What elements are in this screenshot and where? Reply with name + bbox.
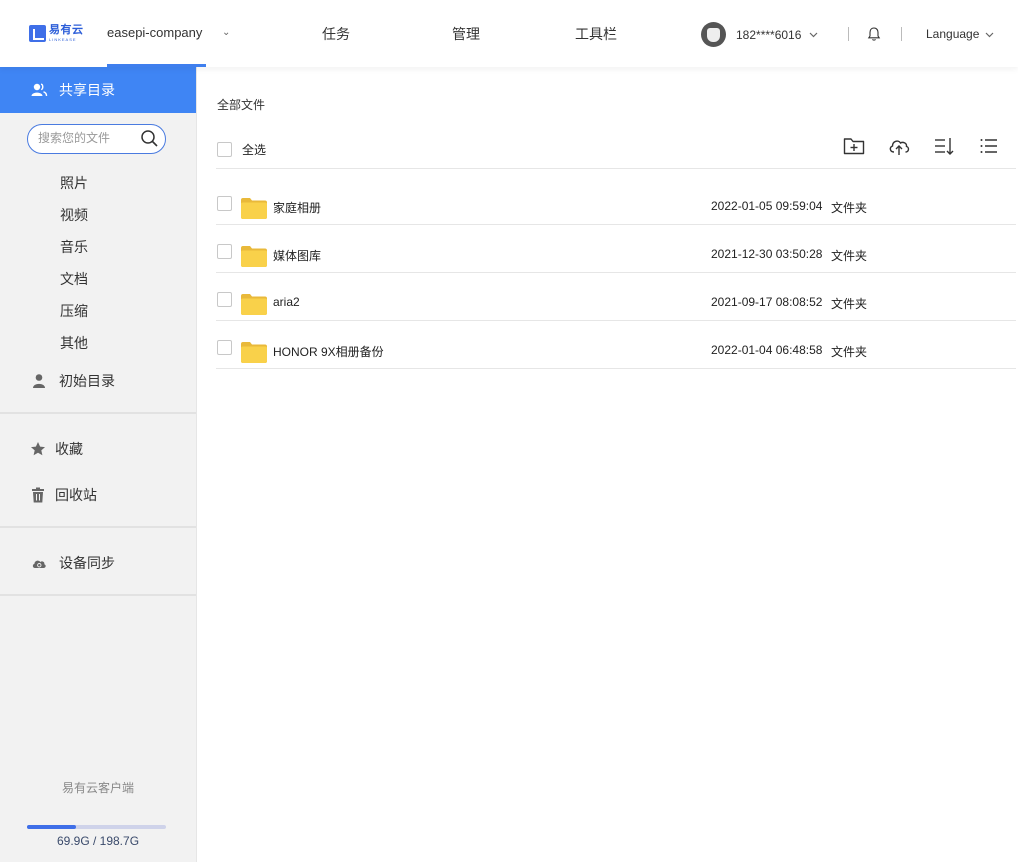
- search-input[interactable]: [38, 131, 138, 145]
- company-name: easepi-company: [107, 24, 203, 40]
- category-others[interactable]: 其他: [60, 333, 88, 353]
- sidebar-item-label: 初始目录: [59, 373, 115, 389]
- trash-icon: [32, 487, 44, 503]
- divider: [848, 27, 849, 41]
- chevron-down-icon: [985, 32, 994, 38]
- chevron-down-icon: [809, 32, 818, 37]
- file-browser: 全部文件 全选 家庭相册 2022-01-05 09:59:04 文件夹 媒体图…: [197, 67, 1018, 862]
- file-date: 2022-01-05 09:59:04: [711, 199, 823, 213]
- category-music[interactable]: 音乐: [60, 237, 88, 257]
- logo-text: 易有云: [49, 24, 84, 36]
- nav-tasks[interactable]: 任务: [322, 0, 350, 67]
- sidebar-item-trash[interactable]: 回收站: [0, 480, 196, 510]
- sidebar-item-initial[interactable]: 初始目录: [0, 366, 196, 396]
- logo-icon: [29, 25, 46, 42]
- sidebar-item-label: 共享目录: [59, 82, 115, 98]
- storage-quota-fill: [27, 825, 76, 829]
- folder-icon: [241, 342, 267, 363]
- sidebar-item-shared[interactable]: 共享目录: [0, 67, 196, 113]
- bell-icon[interactable]: [866, 26, 882, 42]
- divider: [0, 412, 196, 414]
- sidebar-item-label: 设备同步: [59, 555, 115, 571]
- divider: [216, 168, 1016, 169]
- select-all-label: 全选: [242, 143, 267, 157]
- category-archives[interactable]: 压缩: [60, 301, 88, 321]
- language-label: Language: [926, 27, 980, 41]
- sidebar: 共享目录 照片 视频 音乐 文档 压缩 其他 初始目录 收藏: [0, 67, 197, 862]
- divider: [0, 526, 196, 528]
- chevron-down-icon: ⌄: [222, 27, 231, 38]
- company-selector[interactable]: easepi-company ⌄: [107, 0, 230, 67]
- search-box: [27, 124, 166, 154]
- list-view-icon[interactable]: [977, 134, 1001, 158]
- file-name[interactable]: HONOR 9X相册备份: [273, 343, 384, 360]
- user-menu[interactable]: 182****6016: [701, 22, 818, 47]
- file-row[interactable]: aria2 2021-09-17 08:08:52 文件夹: [216, 273, 1016, 321]
- select-all-checkbox[interactable]: [217, 142, 232, 157]
- upload-cloud-icon[interactable]: [887, 134, 911, 158]
- client-download-link[interactable]: 易有云客户端: [0, 779, 196, 796]
- file-type: 文件夹: [831, 249, 868, 263]
- sidebar-item-label: 回收站: [55, 487, 97, 503]
- storage-quota-bar: [27, 825, 166, 829]
- row-checkbox[interactable]: [217, 340, 232, 355]
- file-row[interactable]: 媒体图库 2021-12-30 03:50:28 文件夹: [216, 225, 1016, 273]
- sort-icon[interactable]: [932, 134, 956, 158]
- divider: [901, 27, 902, 41]
- row-checkbox[interactable]: [217, 244, 232, 259]
- folder-icon: [241, 294, 267, 315]
- top-header: 易有云 LINKEASE easepi-company ⌄ 任务 管理 工具栏 …: [0, 0, 1018, 67]
- star-icon: [31, 442, 45, 456]
- user-phone: 182****6016: [736, 27, 802, 42]
- file-date: 2021-09-17 08:08:52: [711, 295, 823, 309]
- nav-toolbar[interactable]: 工具栏: [575, 0, 617, 67]
- breadcrumb[interactable]: 全部文件: [217, 96, 265, 113]
- sidebar-item-favorites[interactable]: 收藏: [0, 434, 196, 464]
- file-name[interactable]: 家庭相册: [273, 199, 321, 216]
- nav-manage[interactable]: 管理: [452, 0, 480, 67]
- new-folder-icon[interactable]: [842, 134, 866, 158]
- file-row[interactable]: 家庭相册 2022-01-05 09:59:04 文件夹: [216, 177, 1016, 225]
- avatar: [701, 22, 726, 47]
- language-selector[interactable]: Language: [926, 27, 994, 41]
- file-type: 文件夹: [831, 345, 868, 359]
- file-date: 2022-01-04 06:48:58: [711, 343, 823, 357]
- category-photos[interactable]: 照片: [60, 173, 88, 193]
- select-all[interactable]: 全选: [217, 141, 266, 158]
- search-icon[interactable]: [140, 129, 159, 148]
- file-name[interactable]: 媒体图库: [273, 247, 321, 264]
- folder-icon: [241, 246, 267, 267]
- category-documents[interactable]: 文档: [60, 269, 88, 289]
- sidebar-item-label: 收藏: [55, 441, 83, 457]
- logo-subtext: LINKEASE: [49, 37, 77, 42]
- file-date: 2021-12-30 03:50:28: [711, 247, 823, 261]
- category-videos[interactable]: 视频: [60, 205, 88, 225]
- storage-quota-text: 69.9G / 198.7G: [56, 834, 140, 848]
- user-icon: [33, 374, 45, 388]
- file-name[interactable]: aria2: [273, 295, 300, 309]
- folder-icon: [241, 198, 267, 219]
- row-checkbox[interactable]: [217, 196, 232, 211]
- users-icon: [31, 83, 48, 97]
- sidebar-item-device-sync[interactable]: 设备同步: [0, 548, 196, 578]
- file-row[interactable]: HONOR 9X相册备份 2022-01-04 06:48:58 文件夹: [216, 321, 1016, 369]
- file-type: 文件夹: [831, 201, 868, 215]
- divider: [216, 368, 1016, 369]
- row-checkbox[interactable]: [217, 292, 232, 307]
- app-logo[interactable]: 易有云 LINKEASE: [29, 25, 84, 42]
- file-type: 文件夹: [831, 297, 868, 311]
- divider: [0, 594, 196, 596]
- cloud-sync-icon: [32, 560, 46, 568]
